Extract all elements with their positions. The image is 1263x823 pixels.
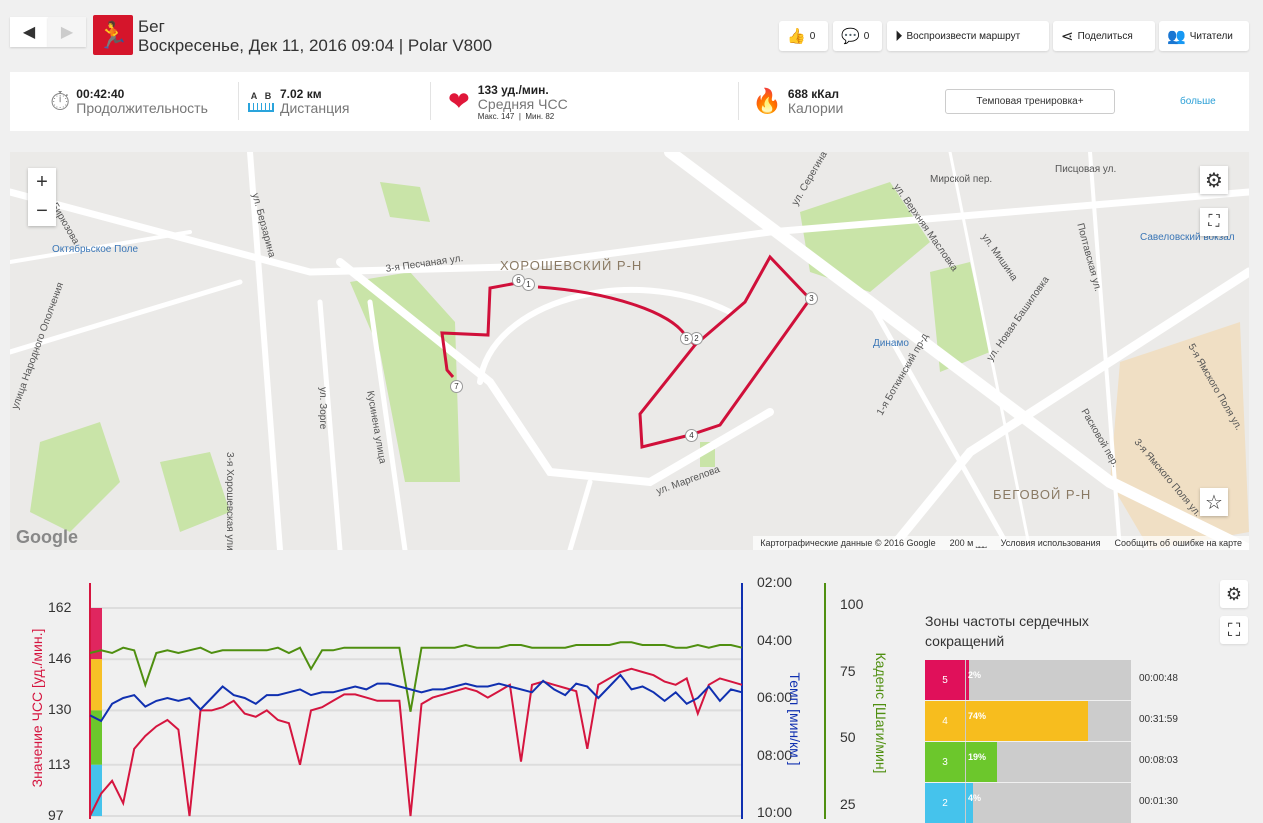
zone-row: 5 2% bbox=[925, 660, 1131, 700]
comment-button[interactable]: 💬 0 bbox=[833, 21, 882, 51]
chart-fullscreen-button[interactable]: ⛶ bbox=[1220, 616, 1248, 644]
map-scale: 200 м ⎵⎵⎵ bbox=[949, 537, 987, 548]
zone-bar-fill bbox=[966, 701, 1089, 741]
zone-percent: 4% bbox=[968, 793, 982, 803]
zone-number: 3 bbox=[925, 742, 965, 782]
back-button[interactable]: ◀ bbox=[10, 17, 48, 47]
zone-bar-fill bbox=[966, 660, 970, 700]
pace-axis-label: Темп [мин/км ] bbox=[787, 672, 803, 766]
more-link[interactable]: больше bbox=[1180, 96, 1216, 107]
route-marker[interactable]: 7 bbox=[450, 380, 463, 393]
cadence-tick: 25 bbox=[840, 796, 856, 812]
terms-link[interactable]: Условия использования bbox=[1001, 538, 1101, 548]
zoom-in-button[interactable]: + bbox=[36, 168, 48, 197]
gear-icon: ⚙ bbox=[1225, 583, 1243, 604]
workout-chart[interactable]: 162 146 130 113 97 02:00 04:00 06:00 08:00 10:00 1… bbox=[0, 574, 900, 823]
cadence-tick: 100 bbox=[840, 596, 864, 612]
share-icon: ⋖ bbox=[1061, 28, 1074, 45]
map-settings-button[interactable]: ⚙ bbox=[1200, 166, 1228, 194]
zone-percent: 2% bbox=[968, 670, 982, 680]
forward-button[interactable]: ▶ bbox=[48, 17, 86, 47]
cadence-tick: 75 bbox=[840, 662, 856, 679]
hr-tick: 113 bbox=[48, 755, 71, 772]
duration-stat: ⏱ 00:42:40 Продолжительность bbox=[50, 85, 208, 116]
map-label: БЕГОВОЙ Р-Н bbox=[993, 487, 1092, 502]
zone-band bbox=[90, 659, 102, 711]
zoom-out-button[interactable]: − bbox=[36, 197, 48, 226]
star-icon: ☆ bbox=[1205, 491, 1223, 514]
heart-icon: ❤ bbox=[448, 86, 470, 116]
hr-stat: ❤ 133 уд./мин. Средняя ЧСС Макс. 147 | Мин… bbox=[448, 82, 568, 121]
zone-band bbox=[90, 764, 102, 816]
ruler-icon bbox=[248, 103, 274, 112]
pace-tick: 10:00 bbox=[757, 804, 793, 820]
sport-title: Бег bbox=[138, 17, 165, 36]
zone-percent: 74% bbox=[968, 711, 987, 721]
flame-icon: 🔥 bbox=[752, 88, 782, 115]
stopwatch-icon: ⏱ bbox=[50, 85, 71, 116]
series-2-line bbox=[89, 641, 743, 712]
route-marker[interactable]: 4 bbox=[685, 429, 698, 442]
zone-number: 5 bbox=[925, 660, 965, 700]
hr-axis-label: Значение ЧСС [уд./мин.] bbox=[29, 628, 45, 788]
zone-time: 00:00:48 bbox=[1139, 673, 1178, 684]
play-route-button[interactable]: ⏵ Воспроизвести маршрут bbox=[887, 21, 1049, 51]
summary-bar: ⏱ 00:42:40 Продолжительность A B 7.02 км Д… bbox=[10, 72, 1249, 131]
map-label: Писцовая ул. bbox=[1055, 164, 1117, 175]
map-fullscreen-button[interactable]: ⛶ bbox=[1200, 208, 1228, 236]
map-label: Октябрьское Поле bbox=[52, 244, 139, 255]
people-icon: 👥 bbox=[1167, 28, 1186, 45]
chart-settings-button[interactable]: ⚙ bbox=[1220, 580, 1248, 608]
hr-tick: 162 bbox=[48, 599, 72, 615]
followers-button[interactable]: 👥 Читатели bbox=[1159, 21, 1249, 51]
zone-row: 3 19% bbox=[925, 742, 1131, 782]
cadence-axis-label: Каденс [Шаги/мин] bbox=[873, 652, 889, 774]
map-label: Мирской пер. bbox=[930, 174, 993, 185]
zone-number: 4 bbox=[925, 701, 965, 741]
zone-row: 2 4% bbox=[925, 783, 1131, 823]
pace-tick: 02:00 bbox=[757, 574, 793, 590]
report-error-link[interactable]: Сообщить об ошибке на карте bbox=[1115, 538, 1242, 548]
hr-tick: 97 bbox=[48, 807, 64, 823]
session-subtitle: Воскресенье, Дек 11, 2016 09:04 | Polar … bbox=[138, 36, 493, 55]
zoom-controls: + − bbox=[28, 168, 56, 226]
like-button[interactable]: 👍 0 bbox=[779, 21, 828, 51]
expand-icon: ⛶ bbox=[1208, 213, 1220, 230]
distance-stat: A B 7.02 км Дистанция bbox=[248, 72, 350, 131]
zone-percent: 19% bbox=[968, 752, 987, 762]
map-attribution: Картографические данные © 2016 Google 20… bbox=[753, 536, 1249, 550]
running-icon: 🏃 bbox=[93, 15, 133, 55]
play-icon: ⏵ bbox=[895, 27, 903, 45]
hr-tick: 146 bbox=[48, 650, 72, 667]
training-type-button[interactable]: Темповая тренировка+ bbox=[945, 89, 1115, 114]
zone-bar-fill bbox=[966, 742, 998, 782]
zone-time: 00:01:30 bbox=[1139, 796, 1178, 807]
google-logo: Google bbox=[16, 527, 78, 547]
map-label: 3-я Хорошевская улица bbox=[224, 452, 235, 550]
gear-icon: ⚙ bbox=[1205, 169, 1223, 192]
zone-time: 00:31:59 bbox=[1139, 714, 1178, 725]
cadence-tick: 50 bbox=[840, 729, 856, 746]
comment-icon: 💬 bbox=[841, 28, 860, 45]
calories-stat: 🔥 688 кКал Калории bbox=[752, 87, 844, 116]
route-map[interactable]: Октябрьское Поле ХОРОШЕВСКИЙ Р-Н 3-я Песча… bbox=[10, 152, 1249, 550]
map-label: Динамо bbox=[873, 338, 909, 349]
zone-number: 2 bbox=[925, 783, 965, 823]
expand-icon: ⛶ bbox=[1227, 619, 1241, 640]
share-button[interactable]: ⋖ Поделиться bbox=[1053, 21, 1155, 51]
thumbs-up-icon: 👍 bbox=[787, 28, 806, 45]
hr-tick: 130 bbox=[48, 701, 72, 718]
favorite-button[interactable]: ☆ bbox=[1200, 488, 1228, 516]
zones-title: Зоны частоты сердечных сокращений bbox=[925, 613, 1089, 649]
route-marker[interactable]: 6 bbox=[512, 274, 525, 287]
zone-bar-fill bbox=[966, 783, 973, 823]
map-label: ХОРОШЕВСКИЙ Р-Н bbox=[500, 258, 643, 273]
zone-row: 4 74% bbox=[925, 701, 1131, 741]
route-marker[interactable]: 5 bbox=[680, 332, 693, 345]
route-marker[interactable]: 3 bbox=[805, 292, 818, 305]
map-label: ул. Зорге bbox=[317, 387, 328, 430]
zone-time: 00:08:03 bbox=[1139, 755, 1178, 766]
